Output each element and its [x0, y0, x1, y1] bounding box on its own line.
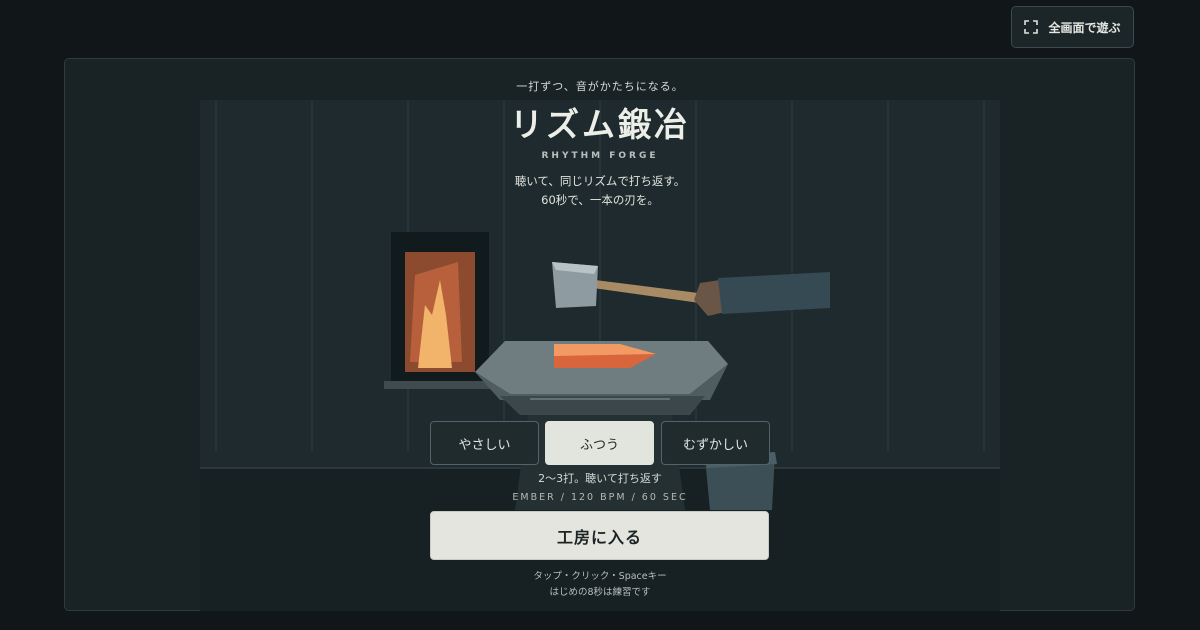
tagline: 一打ずつ、音がかたちになる。: [516, 80, 684, 93]
practice-note: はじめの8秒は練習です: [549, 587, 651, 598]
fullscreen-label: 全画面で遊ぶ: [1048, 20, 1121, 35]
controls-hint: タップ・クリック・Spaceキー: [533, 571, 667, 582]
difficulty-hard-button[interactable]: むずかしい: [661, 421, 770, 465]
arm-icon: [694, 272, 830, 316]
game-subtitle: RHYTHM FORGE: [541, 151, 659, 161]
game-title: リズム鍛冶: [510, 105, 690, 144]
difficulty-hint: 2〜3打。聴いて打ち返す: [538, 472, 662, 485]
difficulty-meta: EMBER / 120 BPM / 60 SEC: [512, 492, 688, 503]
difficulty-normal-button[interactable]: ふつう: [545, 421, 654, 465]
enter-workshop-button[interactable]: 工房に入る: [430, 511, 769, 560]
fullscreen-icon: [1024, 20, 1039, 34]
description-line-1: 聴いて、同じリズムで打ち返す。: [514, 174, 686, 188]
fullscreen-button[interactable]: 全画面で遊ぶ: [1011, 6, 1134, 48]
description-line-2: 60秒で、一本の刃を。: [541, 193, 659, 207]
difficulty-easy-button[interactable]: やさしい: [430, 421, 539, 465]
